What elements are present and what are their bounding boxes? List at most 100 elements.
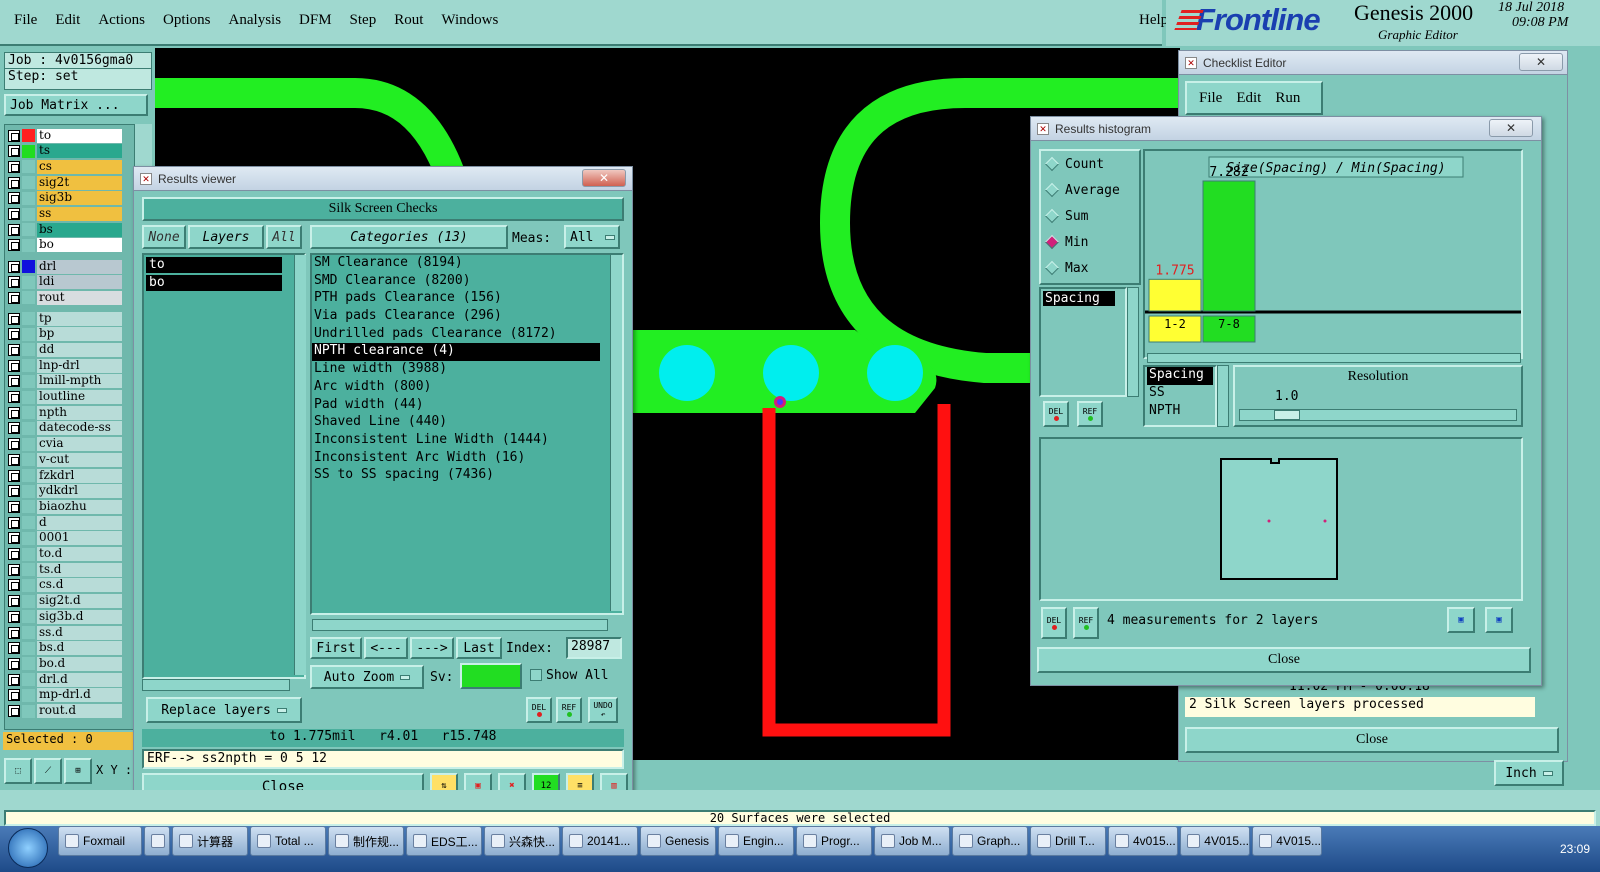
layer-row[interactable]: sig3b (8, 191, 122, 206)
layer-checkbox[interactable] (8, 453, 20, 466)
preview-ref-button[interactable]: REF (1073, 607, 1099, 639)
index-input[interactable]: 28987 (566, 637, 622, 659)
taskbar-item[interactable]: Engin... (718, 826, 794, 856)
menu-file[interactable]: File (14, 12, 37, 29)
layer-row[interactable]: rout (8, 290, 122, 305)
last-button[interactable]: Last (456, 637, 502, 659)
grid-tool-icon[interactable]: ⊞ (64, 758, 92, 784)
layer-color-swatch[interactable] (22, 657, 35, 671)
all-layers-button[interactable]: All (266, 225, 302, 249)
top-list-scrollbar[interactable] (1127, 287, 1139, 397)
layer-row[interactable]: npth (8, 405, 122, 420)
meas-dropdown[interactable]: All (564, 225, 620, 249)
taskbar-item[interactable]: 制作规... (328, 826, 404, 856)
layer-checkbox[interactable] (8, 563, 20, 576)
layer-checkbox[interactable] (8, 276, 20, 289)
layer-checkbox[interactable] (8, 260, 20, 273)
layer-checkbox[interactable] (8, 689, 20, 702)
mode-radio-average[interactable]: Average (1041, 177, 1139, 203)
layer-row[interactable]: v-cut (8, 452, 122, 467)
category-item[interactable]: Arc width (800) (312, 379, 600, 397)
layer-checkbox[interactable] (8, 469, 20, 482)
layer-row[interactable]: bp (8, 327, 122, 342)
layer-checkbox[interactable] (8, 673, 20, 686)
layer-checkbox[interactable] (8, 406, 20, 419)
layer-color-swatch[interactable] (22, 312, 35, 325)
layer-checkbox[interactable] (8, 192, 20, 205)
sv-dropdown[interactable] (460, 663, 522, 689)
layer-row[interactable]: ydkdrl (8, 484, 122, 499)
taskbar-item[interactable]: EDS工... (406, 826, 482, 856)
layer-row[interactable]: ss.d (8, 625, 122, 640)
layer-checkbox[interactable] (8, 291, 20, 304)
result-layer-item[interactable]: bo (146, 275, 282, 291)
show-all-checkbox[interactable] (530, 669, 542, 681)
layer-checkbox[interactable] (8, 579, 20, 592)
field-item[interactable]: SS (1147, 385, 1213, 403)
slider-thumb[interactable] (1274, 410, 1300, 420)
layer-color-swatch[interactable] (22, 453, 35, 467)
layer-checkbox[interactable] (8, 208, 20, 220)
layer-checkbox[interactable] (8, 642, 20, 655)
category-item[interactable]: SM Clearance (8194) (312, 255, 600, 273)
layer-checkbox[interactable] (8, 595, 20, 608)
layer-checkbox[interactable] (8, 500, 20, 513)
layer-row[interactable]: datecode-ss (8, 421, 122, 436)
layer-row[interactable]: rout.d (8, 704, 122, 719)
layer-row[interactable]: sig2t (8, 175, 122, 190)
layer-checkbox[interactable] (8, 532, 20, 545)
layer-color-swatch[interactable] (22, 327, 35, 341)
checklist-menu-edit[interactable]: Edit (1236, 90, 1261, 107)
taskbar-item[interactable] (144, 826, 170, 856)
layer-color-swatch[interactable] (22, 359, 35, 373)
checklist-menu-file[interactable]: File (1199, 90, 1222, 107)
layer-list-scrollbar[interactable] (294, 255, 306, 675)
layer-checkbox[interactable] (8, 391, 20, 403)
layer-color-swatch[interactable] (22, 390, 35, 404)
prev-button[interactable]: <--- (364, 637, 408, 659)
layer-color-swatch[interactable] (22, 610, 35, 624)
layer-row[interactable]: lnp-drl (8, 358, 122, 373)
ref-button[interactable]: REF (556, 697, 582, 723)
menu-analysis[interactable]: Analysis (229, 12, 282, 29)
layer-color-swatch[interactable] (22, 207, 35, 221)
checklist-close-button[interactable]: Close (1185, 727, 1559, 753)
hist-del-button[interactable]: DEL (1043, 401, 1069, 427)
resolution-slider[interactable] (1239, 409, 1517, 421)
layer-color-swatch[interactable] (22, 191, 35, 205)
layer-row[interactable]: ts.d (8, 562, 122, 577)
layer-color-swatch[interactable] (22, 563, 35, 577)
layer-row[interactable]: tp (8, 311, 122, 326)
layer-color-swatch[interactable] (22, 641, 35, 655)
layer-color-swatch[interactable] (22, 688, 35, 702)
taskbar-item[interactable]: Job M... (874, 826, 950, 856)
mode-radio-count[interactable]: Count (1041, 151, 1139, 177)
checklist-menu-run[interactable]: Run (1275, 90, 1300, 107)
layer-color-swatch[interactable] (22, 437, 35, 451)
taskbar-item[interactable]: Foxmail (58, 826, 142, 856)
layer-color-swatch[interactable] (22, 578, 35, 592)
layer-color-swatch[interactable] (22, 531, 35, 545)
preview-del-button[interactable]: DEL (1041, 607, 1067, 639)
layer-row[interactable]: drl.d (8, 672, 122, 687)
layer-checkbox[interactable] (8, 129, 20, 142)
layer-row[interactable]: cs.d (8, 578, 122, 593)
layer-row[interactable]: bo (8, 238, 122, 253)
layer-list-hscroll[interactable] (142, 679, 290, 691)
layer-row[interactable]: ts (8, 144, 122, 159)
layer-color-swatch[interactable] (22, 129, 35, 142)
layer-row[interactable]: biaozhu (8, 499, 122, 514)
layer-color-swatch[interactable] (22, 260, 35, 273)
layer-row[interactable]: bo.d (8, 656, 122, 671)
layer-checkbox[interactable] (8, 422, 20, 435)
menu-options[interactable]: Options (163, 12, 211, 29)
layer-color-swatch[interactable] (22, 223, 35, 237)
layer-color-swatch[interactable] (22, 484, 35, 498)
layer-checkbox[interactable] (8, 375, 20, 388)
layer-checkbox[interactable] (8, 438, 20, 451)
layer-row[interactable]: cvia (8, 437, 122, 452)
layer-color-swatch[interactable] (22, 704, 35, 718)
layer-row[interactable]: to.d (8, 547, 122, 562)
units-dropdown[interactable]: Inch (1494, 760, 1564, 786)
layers-button[interactable]: Layers (188, 225, 264, 249)
